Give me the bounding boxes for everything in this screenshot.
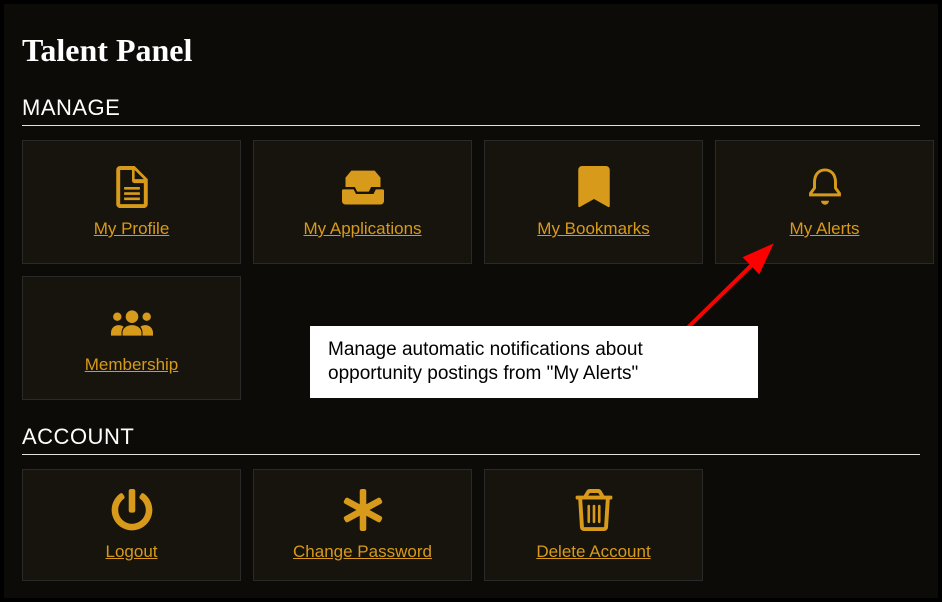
- file-icon: [110, 165, 154, 209]
- section-heading-manage: MANAGE: [22, 95, 920, 121]
- tile-label: My Alerts: [790, 219, 860, 239]
- tile-logout[interactable]: Logout: [22, 469, 241, 581]
- divider: [22, 454, 920, 455]
- tile-change-password[interactable]: Change Password: [253, 469, 472, 581]
- page-title: Talent Panel: [22, 32, 920, 69]
- section-heading-account: ACCOUNT: [22, 424, 920, 450]
- tile-membership[interactable]: Membership: [22, 276, 241, 400]
- inbox-icon: [341, 165, 385, 209]
- annotation-text: Manage automatic notifications about opp…: [328, 339, 643, 384]
- divider: [22, 125, 920, 126]
- tile-my-profile[interactable]: My Profile: [22, 140, 241, 264]
- bookmark-icon: [572, 165, 616, 209]
- trash-icon: [572, 488, 616, 532]
- tile-label: My Applications: [303, 219, 421, 239]
- annotation-callout: Manage automatic notifications about opp…: [310, 326, 758, 398]
- tile-label: My Profile: [94, 219, 170, 239]
- tile-my-applications[interactable]: My Applications: [253, 140, 472, 264]
- users-icon: [110, 301, 154, 345]
- account-grid: Logout Change Password Delete Account: [22, 469, 920, 581]
- tile-delete-account[interactable]: Delete Account: [484, 469, 703, 581]
- tile-label: Change Password: [293, 542, 432, 562]
- tile-label: Membership: [85, 355, 179, 375]
- tile-my-alerts[interactable]: My Alerts: [715, 140, 934, 264]
- tile-my-bookmarks[interactable]: My Bookmarks: [484, 140, 703, 264]
- tile-label: Logout: [106, 542, 158, 562]
- tile-label: Delete Account: [536, 542, 650, 562]
- tile-label: My Bookmarks: [537, 219, 649, 239]
- power-icon: [110, 488, 154, 532]
- asterisk-icon: [341, 488, 385, 532]
- bell-icon: [803, 165, 847, 209]
